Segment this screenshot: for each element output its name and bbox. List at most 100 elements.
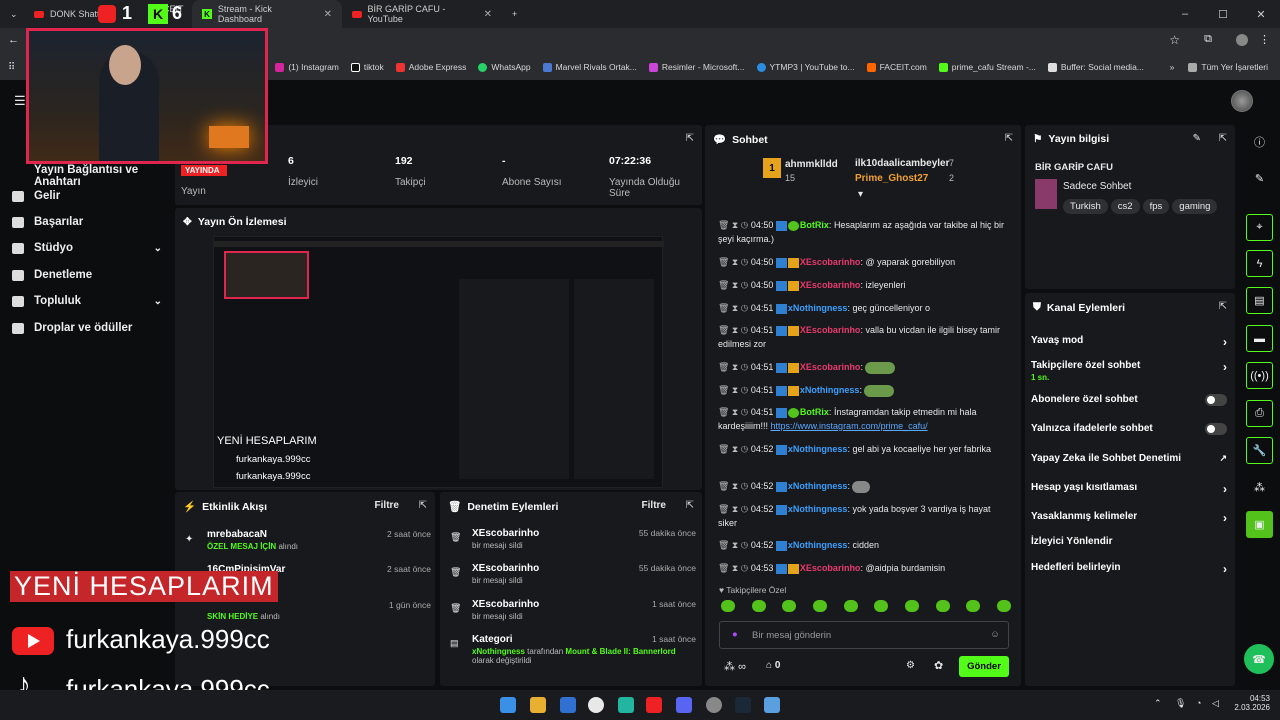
moderation-filter-button[interactable]: Filtre [642,500,666,511]
mod-actions-icon[interactable]: 🗑 ⧗ ◷ [718,362,748,372]
subs-only-toggle[interactable] [1205,394,1227,406]
mod-actions-icon[interactable]: 🗑 ⧗ ◷ [718,540,748,550]
gift-counter[interactable]: ⌂ 0 [766,660,780,671]
menu-icon[interactable]: ⋮ [1259,33,1270,46]
emote-icon[interactable] [874,600,889,612]
bookmark-instagram[interactable]: (1) Instagram [275,62,339,72]
lightning-icon[interactable]: ϟ [1246,250,1273,277]
mod-actions-icon[interactable]: 🗑 ⧗ ◷ [718,407,748,417]
chat-link[interactable]: https://www.instagram.com/prime_cafu/ [771,421,928,431]
popout-icon[interactable]: ⇱ [1005,133,1013,144]
close-tab-icon[interactable]: ✕ [324,9,332,20]
back-icon[interactable]: ← [8,34,19,46]
sidebar-item-denetleme[interactable]: Denetleme [12,269,162,281]
emote-icon[interactable] [904,600,919,612]
bookmark-marvel[interactable]: Marvel Rivals Ortak... [542,62,637,72]
new-tab-button[interactable]: + [502,0,527,28]
sidebar-item-studyo[interactable]: Stüdyo ⌄ [12,242,162,254]
outlook-icon[interactable] [560,697,576,713]
print-icon[interactable]: ⎙ [1246,400,1273,427]
mod-actions-icon[interactable]: 🗑 ⧗ ◷ [718,444,748,454]
info-icon[interactable]: ⓘ [1246,128,1273,155]
mic-icon[interactable]: ● [732,629,738,640]
people-icon[interactable]: ⁂ [1246,474,1273,501]
leader-name[interactable]: Prime_Ghost27 [855,173,928,184]
emote-icon[interactable] [751,600,766,612]
top-gifter-name[interactable]: ahmmklldd [785,159,838,170]
bookmark-tiktok[interactable]: tiktok [350,62,384,72]
emote-icon[interactable] [935,600,950,612]
sidebar-item-basarilar[interactable]: Başarılar [12,216,162,228]
sidebar-item-stream-key[interactable]: Yayın Bağlantısı ve Anahtarı [12,164,162,188]
popout-icon[interactable]: ⇱ [1219,133,1227,144]
channel-action-banned-words[interactable]: Yasaklanmış kelimeler › [1031,511,1227,525]
tab-youtube[interactable]: BİR GARİP CAFU - YouTube ✕ [342,0,502,28]
bookmark-ytmp3[interactable]: YTMP3 | YouTube to... [756,62,855,72]
channel-action-ai-moderation[interactable]: Yapay Zeka ile Sohbet Denetimi ↗ [1031,453,1227,464]
chat-bubble-icon[interactable]: ▬ [1246,325,1273,352]
edit-icon[interactable]: ✎ [1193,133,1201,144]
emote-icon[interactable] [782,600,797,612]
mod-actions-icon[interactable]: 🗑 ⧗ ◷ [718,563,748,573]
apps-icon[interactable]: ⠿ [8,62,15,73]
discord-icon[interactable] [676,697,692,713]
mod-actions-icon[interactable]: 🗑 ⧗ ◷ [718,385,748,395]
mod-actions-icon[interactable]: 🗑 ⧗ ◷ [718,280,748,290]
game-icon[interactable]: ▣ [1246,511,1273,538]
mod-actions-icon[interactable]: 🗑 ⧗ ◷ [718,220,748,230]
support-icon[interactable]: ☎ [1244,644,1274,674]
bookmark-adobe[interactable]: Adobe Express [395,62,466,72]
emote-icon[interactable] [966,600,981,612]
mod-actions-icon[interactable]: 🗑 ⧗ ◷ [718,303,748,313]
chat-input[interactable]: ● Bir mesaj gönderin ☺ [719,621,1009,649]
hamburger-icon[interactable]: ☰ [14,93,26,109]
wifi-icon[interactable]: ◔ [1196,698,1201,708]
stream-preview-video[interactable]: YENİ HESAPLARIM furkankaya.999cc furkank… [213,236,664,488]
volume-icon[interactable]: ◁ [1212,698,1219,709]
profile-icon[interactable] [1236,34,1248,46]
tag[interactable]: Turkish [1063,199,1108,214]
user-avatar[interactable] [1231,90,1253,112]
app-icon[interactable] [764,697,780,713]
extensions-icon[interactable]: ⧉ [1204,33,1212,46]
tag[interactable]: fps [1142,199,1170,214]
emote-icon[interactable] [996,600,1011,612]
emote-icon[interactable] [812,600,827,612]
channel-action-followers-only[interactable]: Takipçilere özel sohbet 1 sn. › [1031,360,1227,382]
youtube-app-icon[interactable] [646,697,662,713]
channel-action-goals[interactable]: Hedefleri belirleyin › [1031,562,1227,576]
close-window-icon[interactable]: ✕ [1242,0,1280,28]
channel-action-raid[interactable]: İzleyici Yönlendir [1031,536,1227,547]
mod-actions-icon[interactable]: 🗑 ⧗ ◷ [718,504,748,514]
chat-emote-picker-icon[interactable]: ✿ [934,659,943,672]
wrench-icon[interactable]: 🔧 [1246,437,1273,464]
bookmark-buffer[interactable]: Buffer: Social media... [1047,62,1144,72]
tab-kick-dashboard[interactable]: K Stream - Kick Dashboard ✕ [192,0,342,28]
popout-icon[interactable]: ⇱ [686,133,694,144]
chrome-icon[interactable] [588,697,604,713]
document-icon[interactable]: ▤ [1246,287,1273,314]
emoji-icon[interactable]: ☺ [990,629,1000,640]
bookmark-whatsapp[interactable]: WhatsApp [478,62,531,72]
maximize-icon[interactable]: ☐ [1204,0,1242,28]
all-bookmarks[interactable]: Tüm Yer İşaretleri [1188,62,1268,72]
tag[interactable]: gaming [1172,199,1218,214]
mod-actions-icon[interactable]: 🗑 ⧗ ◷ [718,325,748,335]
sidebar-item-droplar[interactable]: Droplar ve ödüller [12,322,162,334]
channel-action-slow-mode[interactable]: Yavaş mod › [1031,335,1227,349]
tag[interactable]: cs2 [1110,199,1140,214]
mod-actions-icon[interactable]: 🗑 ⧗ ◷ [718,257,748,267]
steam-icon[interactable] [735,697,751,713]
tray-chevron-icon[interactable]: ⌃ [1154,698,1162,709]
edit-icon[interactable]: ✎ [1246,165,1273,192]
activity-filter-button[interactable]: Filtre [375,500,399,511]
pinned-chevron-icon[interactable]: ▾ [858,189,863,200]
bookmark-star-icon[interactable]: ☆ [1169,33,1180,47]
minimize-icon[interactable]: – [1166,0,1204,28]
sidebar-item-gelir[interactable]: Gelir [12,190,162,202]
mod-actions-icon[interactable]: 🗑 ⧗ ◷ [718,481,748,491]
file-explorer-icon[interactable] [530,697,546,713]
emote-icon[interactable] [721,600,735,612]
bookmark-faceit[interactable]: FACEIT.com [866,62,927,72]
emote-icon[interactable] [843,600,858,612]
